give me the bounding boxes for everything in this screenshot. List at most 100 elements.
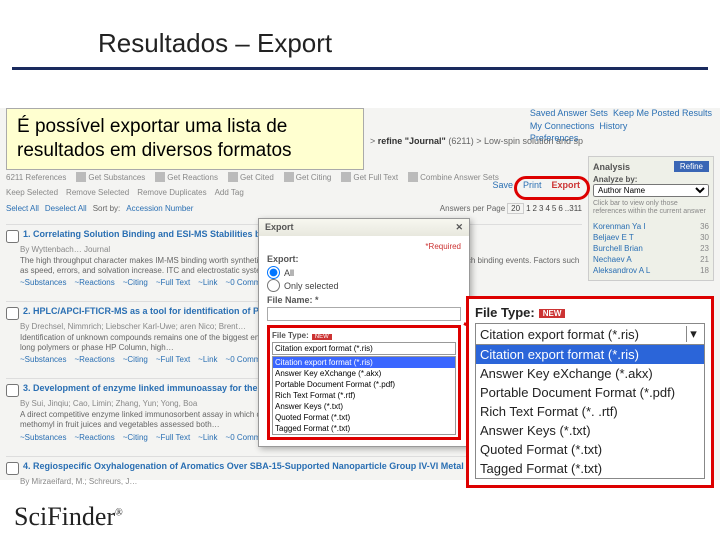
- filetype-dropdown[interactable]: Citation export format (*.ris) ▾ Citation…: [475, 323, 705, 479]
- tool[interactable]: Get Reactions: [155, 172, 218, 182]
- select-row: Select All Deselect All Sort by: Accessi…: [6, 203, 582, 214]
- filetype-option[interactable]: Quoted Format (*.txt): [273, 412, 455, 423]
- select-all[interactable]: Select All: [6, 204, 39, 213]
- result-checkbox[interactable]: [6, 230, 19, 243]
- filetype-dropdown-list: Citation export format (*.ris) Answer Ke…: [272, 356, 456, 435]
- result-link[interactable]: ~Reactions: [74, 433, 114, 442]
- link[interactable]: History: [599, 121, 627, 131]
- page[interactable]: 5: [552, 204, 556, 213]
- filename-input[interactable]: [267, 307, 461, 321]
- filetype-label: File Type:: [475, 305, 535, 320]
- slide-title: Resultados – Export: [0, 0, 720, 67]
- link[interactable]: Saved Answer Sets: [530, 108, 608, 118]
- link[interactable]: Keep Me Posted Results: [613, 108, 712, 118]
- deselect-all[interactable]: Deselect All: [45, 204, 87, 213]
- per-page-label: Answers per Page: [440, 204, 505, 213]
- title-rule: [12, 67, 708, 70]
- result-link[interactable]: ~Reactions: [74, 278, 114, 287]
- tool[interactable]: Combine Answer Sets: [408, 172, 499, 182]
- page[interactable]: 3: [539, 204, 543, 213]
- result-link[interactable]: ~Substances: [20, 278, 66, 287]
- page[interactable]: 6: [558, 204, 562, 213]
- close-icon[interactable]: ✕: [455, 222, 463, 233]
- filetype-option[interactable]: Portable Document Format (*.pdf): [476, 383, 704, 402]
- dialog-title: Export: [265, 222, 294, 233]
- result-link[interactable]: ~Link: [198, 355, 217, 364]
- add-tag[interactable]: Add Tag: [215, 188, 244, 197]
- export-dialog: Export✕ *Required Export: All Only selec…: [258, 218, 470, 447]
- result-link[interactable]: ~Citing: [123, 278, 148, 287]
- export-highlight-oval: [514, 176, 590, 200]
- remove-dup[interactable]: Remove Duplicates: [137, 188, 206, 197]
- filetype-label: File Type:: [272, 331, 309, 340]
- sort-value[interactable]: Accession Number: [126, 204, 193, 213]
- keep-selected[interactable]: Keep Selected: [6, 188, 58, 197]
- filetype-option[interactable]: Answer Key eXchange (*.akx): [476, 364, 704, 383]
- tool[interactable]: Get Cited: [228, 172, 274, 182]
- scifinder-logo: SciFinder®: [14, 502, 123, 532]
- refine-button[interactable]: Refine: [674, 161, 709, 172]
- filetype-small-highlight: File Type:NEW Citation export format (*.…: [267, 325, 461, 440]
- link[interactable]: My Connections: [530, 121, 595, 131]
- chevron-down-icon[interactable]: ▾: [686, 326, 700, 342]
- export-scope-label: Export:: [267, 254, 461, 264]
- filetype-detail-popup: File Type: NEW Citation export format (*.…: [466, 296, 714, 488]
- result-checkbox[interactable]: [6, 307, 19, 320]
- author-bar[interactable]: Korenman Ya I36: [593, 221, 709, 232]
- result-link[interactable]: ~Citing: [123, 433, 148, 442]
- radio-all[interactable]: [267, 266, 280, 279]
- filetype-option[interactable]: Answer Key eXchange (*.akx): [273, 368, 455, 379]
- breadcrumb: > refine "Journal" (6211) > Low-spin sol…: [370, 136, 583, 146]
- result-link[interactable]: ~Substances: [20, 433, 66, 442]
- analyze-by-label: Analyze by:: [593, 175, 709, 184]
- remove-selected[interactable]: Remove Selected: [66, 188, 129, 197]
- filetype-option[interactable]: Quoted Format (*.txt): [476, 440, 704, 459]
- filetype-option[interactable]: Rich Text Format (*.rtf): [273, 390, 455, 401]
- page[interactable]: 2: [533, 204, 537, 213]
- filetype-option[interactable]: Tagged Format (*.txt): [273, 423, 455, 434]
- author-bar[interactable]: Nechaev A21: [593, 254, 709, 265]
- radio-sel-label: Only selected: [284, 281, 339, 291]
- page-total: ..311: [565, 204, 582, 213]
- filetype-option[interactable]: Rich Text Format (*. .rtf): [476, 402, 704, 421]
- result-title[interactable]: 1. Correlating Solution Binding and ESI-…: [23, 229, 277, 243]
- radio-selected[interactable]: [267, 279, 280, 292]
- result-link[interactable]: ~Substances: [20, 355, 66, 364]
- author-bar[interactable]: Burchell Brian23: [593, 243, 709, 254]
- analyze-by-select[interactable]: Author Name: [593, 184, 709, 197]
- tool[interactable]: Get Substances: [76, 172, 145, 182]
- per-page[interactable]: 20: [507, 203, 524, 214]
- result-link[interactable]: ~Full Text: [156, 278, 190, 287]
- result-title[interactable]: 2. HPLC/APCI-FTICR-MS as a tool for iden…: [23, 306, 290, 320]
- result-link[interactable]: ~Citing: [123, 355, 148, 364]
- result-checkbox[interactable]: [6, 384, 19, 397]
- result-link[interactable]: ~Link: [198, 433, 217, 442]
- result-title[interactable]: 4. Regiospecific Oxyhalogenation of Arom…: [23, 461, 496, 475]
- tool[interactable]: Get Citing: [284, 172, 332, 182]
- filetype-option[interactable]: Answer Keys (*.txt): [273, 401, 455, 412]
- author-bar[interactable]: Beljaev E T30: [593, 232, 709, 243]
- analyze-note: Click bar to view only those references …: [593, 200, 709, 217]
- author-bar[interactable]: Aleksandrov A L18: [593, 265, 709, 276]
- page[interactable]: 4: [545, 204, 549, 213]
- result-title[interactable]: 3. Development of enzyme linked immunoas…: [23, 383, 296, 397]
- required-note: *Required: [267, 242, 461, 251]
- result-checkbox[interactable]: [6, 462, 19, 475]
- filetype-option[interactable]: Citation export format (*.ris): [476, 345, 704, 364]
- filetype-option[interactable]: Portable Document Format (*.pdf): [273, 379, 455, 390]
- filetype-option[interactable]: Tagged Format (*.txt): [476, 459, 704, 478]
- result-link[interactable]: ~Full Text: [156, 355, 190, 364]
- filetype-option[interactable]: Citation export format (*.ris): [273, 357, 455, 368]
- result-link[interactable]: ~Link: [198, 278, 217, 287]
- result-link[interactable]: ~Full Text: [156, 433, 190, 442]
- ref-subtoolbar: Keep Selected Remove Selected Remove Dup…: [6, 188, 582, 197]
- tool[interactable]: Get Full Text: [341, 172, 398, 182]
- ref-count: 6211 References: [6, 173, 66, 182]
- filetype-options: Citation export format (*.ris) Answer Ke…: [476, 345, 704, 478]
- sort-label: Sort by:: [93, 204, 121, 213]
- filetype-option[interactable]: Answer Keys (*.txt): [476, 421, 704, 440]
- new-badge: NEW: [539, 309, 566, 318]
- filetype-select[interactable]: Citation export format (*.ris): [272, 342, 456, 355]
- result-link[interactable]: ~Reactions: [74, 355, 114, 364]
- page[interactable]: 1: [526, 204, 530, 213]
